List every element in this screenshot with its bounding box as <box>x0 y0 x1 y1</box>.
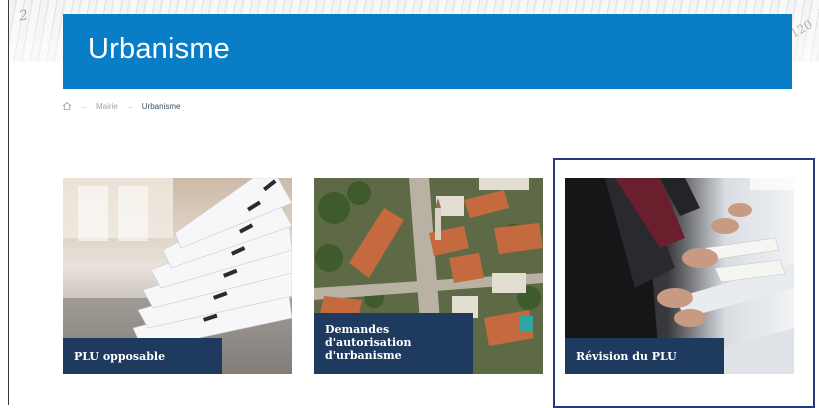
page-title: Urbanisme <box>88 33 231 65</box>
header-image-text-right: 120 <box>788 17 815 41</box>
breadcrumb: → Mairie → Urbanisme <box>62 99 180 113</box>
card-label-line: d'autorisation <box>325 336 412 349</box>
card-plu-opposable[interactable]: PLU opposable <box>63 178 292 374</box>
breadcrumb-separator: → <box>80 101 88 111</box>
page-title-banner: Urbanisme <box>63 14 792 89</box>
home-icon[interactable] <box>62 101 72 111</box>
header-image-text-left: 2 <box>17 7 29 25</box>
breadcrumb-item-current: Urbanisme <box>141 101 181 111</box>
card-demandes-autorisation[interactable]: Demandes d'autorisation d'urbanisme <box>314 178 543 374</box>
card-label-line: Demandes <box>325 323 390 336</box>
card-label: Révision du PLU <box>565 338 724 374</box>
breadcrumb-item-mairie[interactable]: Mairie <box>96 102 118 111</box>
breadcrumb-separator: → <box>125 101 134 111</box>
card-revision-plu[interactable]: Révision du PLU <box>565 178 794 374</box>
card-label: PLU opposable <box>63 338 222 374</box>
card-label: Demandes d'autorisation d'urbanisme <box>314 313 473 374</box>
card-label-line: d'urbanisme <box>325 349 402 362</box>
